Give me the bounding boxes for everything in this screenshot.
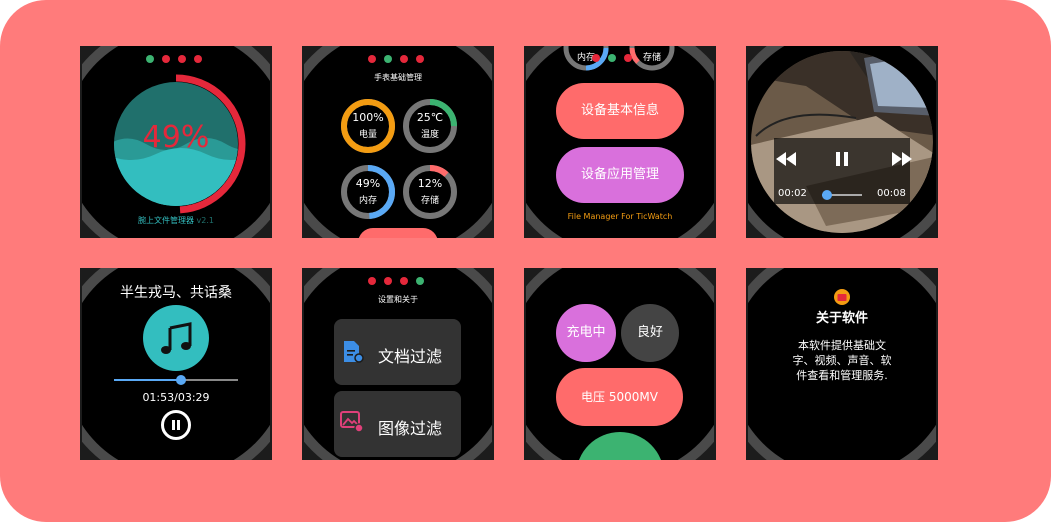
screen-title: 手表基础管理 [374, 73, 422, 82]
voltage-pill: 电压 5000MV [556, 368, 683, 426]
about-description: 本软件提供基础文 字、视频、声音、软 件查看和管理服务. [746, 338, 938, 383]
about-title: 关于软件 [815, 311, 868, 326]
gauge-memory-label: 内存 [358, 196, 377, 206]
page-dot [400, 277, 408, 285]
gauge-memory [341, 165, 395, 219]
watch-screen-basic-management: 手表基础管理 100% 电量 25℃ 温度 49% 内存 12% 存储 [302, 46, 494, 238]
page-dot [368, 277, 376, 285]
page-dot [146, 55, 154, 63]
song-title: 半生戎马、共话桑 [120, 285, 232, 301]
image-settings-icon [340, 411, 364, 433]
about-line: 本软件提供基础文 [798, 339, 886, 352]
app-version: v2.1 [196, 216, 214, 225]
watch-screen-about: 关于软件 本软件提供基础文 字、视频、声音、软 件查看和管理服务. [746, 268, 938, 460]
rewind-icon[interactable] [776, 152, 796, 166]
gauge-storage [403, 165, 457, 219]
storage-percent: 49% [142, 120, 210, 155]
gauge-temperature [403, 99, 457, 153]
page-dot [384, 277, 392, 285]
document-settings-icon [344, 341, 364, 363]
watch-screen-storage: 49% 腕上文件管理器 v2.1 [80, 46, 272, 238]
music-progress-fill [114, 379, 181, 381]
video-time-total: 00:08 [877, 188, 906, 199]
watch-screen-device-menu: 内存 存储 设备基本信息 设备应用管理 File Manager For Tic… [524, 46, 716, 238]
app-footer: 腕上文件管理器 v2.1 [80, 215, 272, 226]
watch-screen-music-player: 半生戎马、共话桑 01:53/03:29 [80, 268, 272, 460]
page-dot [384, 55, 392, 63]
gauge-battery [341, 99, 395, 153]
gauge-storage-value: 12% [417, 177, 443, 190]
music-note-icon [161, 322, 192, 354]
next-card-peek [576, 432, 664, 460]
gauge-storage-label: 存储 [420, 196, 439, 206]
device-apps-button[interactable]: 设备应用管理 [556, 147, 684, 203]
next-card-peek[interactable] [358, 228, 438, 238]
app-name: 腕上文件管理器 [137, 216, 194, 225]
watch-screen-settings: 设置和关于 文档过滤 图像过滤 [302, 268, 494, 460]
page-dot [416, 277, 424, 285]
gauge-temperature-value: 25℃ [416, 111, 444, 124]
music-pause-button[interactable] [161, 410, 191, 440]
video-time-current: 00:02 [778, 188, 807, 199]
storage-label: 存储 [642, 53, 661, 63]
memory-label: 内存 [576, 53, 595, 63]
page-dot [162, 55, 170, 63]
app-logo-icon [834, 289, 850, 305]
watch-screen-video-player: 00:02 00:08 [746, 46, 938, 238]
gauge-battery-value: 100% [352, 111, 384, 124]
gauge-memory-value: 49% [355, 177, 381, 190]
settings-item-label: 文档过滤 [378, 347, 443, 366]
about-line: 件查看和管理服务. [796, 369, 888, 382]
battery-health-pill: 良好 [621, 304, 679, 362]
app-footer: File Manager For TicWatch [567, 212, 673, 221]
pause-icon [172, 420, 180, 430]
gauge-battery-label: 电量 [358, 130, 377, 140]
video-seek-thumb[interactable] [821, 190, 832, 200]
music-time: 01:53/03:29 [142, 391, 210, 404]
page-dot [368, 55, 376, 63]
page-dot [592, 54, 600, 62]
page-dot [178, 55, 186, 63]
settings-item-label: 图像过滤 [378, 419, 443, 438]
charging-status-pill: 充电中 [556, 304, 616, 362]
screen-title: 设置和关于 [378, 295, 418, 304]
music-progress-thumb[interactable] [175, 375, 186, 385]
device-info-button[interactable]: 设备基本信息 [556, 83, 684, 139]
pause-icon[interactable] [834, 151, 850, 167]
page-dot [624, 54, 632, 62]
settings-item-image-filter[interactable]: 图像过滤 [334, 391, 461, 457]
gauge-temperature-label: 温度 [420, 130, 439, 140]
page-dot [608, 54, 616, 62]
page-dot [194, 55, 202, 63]
page-dot [400, 55, 408, 63]
page-dot [416, 55, 424, 63]
watch-screen-battery-status: 充电中 良好 电压 5000MV [524, 268, 716, 460]
settings-item-document-filter[interactable]: 文档过滤 [334, 319, 461, 385]
about-line: 字、视频、声音、软 [792, 354, 892, 367]
fast-forward-icon[interactable] [892, 152, 912, 166]
